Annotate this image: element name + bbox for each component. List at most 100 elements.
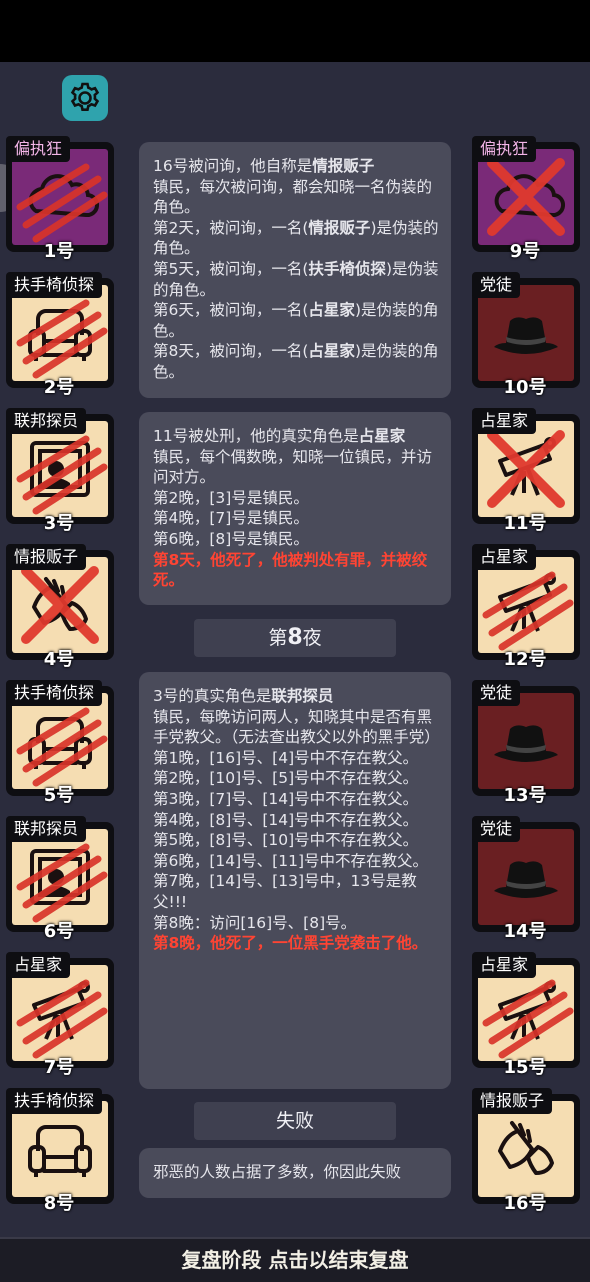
player-number: 13号 bbox=[503, 785, 547, 806]
hand-phone-icon bbox=[498, 1121, 554, 1175]
log-line: 第2晚，[3]号是镇民。 bbox=[153, 488, 309, 507]
player-number: 11号 bbox=[503, 513, 547, 534]
player-number: 3号 bbox=[43, 513, 75, 534]
role-portrait bbox=[12, 965, 108, 1061]
eliminated-x bbox=[487, 158, 565, 236]
result-header: 失败 bbox=[194, 1102, 396, 1140]
fedora-icon bbox=[494, 861, 558, 898]
player-number: 4号 bbox=[43, 649, 75, 670]
log-line: 第4晚，[8]号、[14]号中不存在教父。 bbox=[153, 810, 419, 829]
settings-button[interactable] bbox=[62, 75, 108, 121]
player-card[interactable]: 占星家 7号 bbox=[2, 952, 116, 1078]
claw-marks bbox=[16, 979, 108, 1059]
end-review-button[interactable]: 复盘阶段 点击以结束复盘 bbox=[0, 1239, 590, 1282]
player-card[interactable]: 党徒 13号 bbox=[468, 680, 582, 806]
player-number: 10号 bbox=[503, 377, 547, 398]
log-line: 第4晚，[7]号是镇民。 bbox=[153, 509, 309, 528]
log-line: 镇民，每次被问询，都会知晓一名伪装的角色。 bbox=[153, 177, 433, 217]
role-label: 占星家 bbox=[472, 952, 537, 978]
role-portrait bbox=[478, 285, 574, 381]
log-panel-interrogation: 16号被问询，他自称是情报贩子 镇民，每次被问询，都会知晓一名伪装的角色。 第2… bbox=[139, 142, 451, 398]
role-label: 联邦探员 bbox=[6, 408, 87, 434]
fedora-icon bbox=[494, 317, 558, 354]
role-portrait bbox=[12, 1101, 108, 1197]
result-panel: 邪恶的人数占据了多数，你因此失败 bbox=[139, 1148, 451, 1198]
log-line: 16号被问询，他自称是情报贩子 bbox=[153, 157, 375, 175]
log-line: 11号被处刑，他的真实角色是占星家 bbox=[153, 427, 406, 445]
player-number: 2号 bbox=[43, 377, 75, 398]
player-card[interactable]: 偏执狂 9号 bbox=[468, 136, 582, 262]
role-portrait bbox=[12, 829, 108, 925]
log-line: 3号的真实角色是联邦探员 bbox=[153, 687, 334, 705]
log-line: 第6晚，[14]号、[11]号中不存在教父。 bbox=[153, 851, 428, 870]
player-number: 15号 bbox=[503, 1057, 547, 1078]
claw-marks bbox=[16, 163, 108, 243]
role-label: 扶手椅侦探 bbox=[6, 272, 103, 298]
role-label: 情报贩子 bbox=[472, 1088, 553, 1114]
log-line: 第2晚，[10]号、[5]号中不存在教父。 bbox=[153, 769, 419, 788]
player-number: 16号 bbox=[503, 1193, 547, 1214]
player-card[interactable]: 占星家 12号 bbox=[468, 544, 582, 670]
log-line: 第7晚，[14]号、[13]号中，13号是教父!!! bbox=[153, 872, 417, 911]
role-label: 占星家 bbox=[472, 544, 537, 570]
player-card[interactable]: 情报贩子 16号 bbox=[468, 1088, 582, 1214]
role-label: 党徒 bbox=[472, 816, 521, 842]
log-panel-execution: 11号被处刑，他的真实角色是占星家 镇民，每个偶数晚，知晓一位镇民，并访问对方。… bbox=[139, 412, 451, 605]
player-card[interactable]: 党徒 14号 bbox=[468, 816, 582, 942]
log-line: 第5天，被问询，一名(扶手椅侦探)是伪装的角色。 bbox=[153, 259, 439, 299]
player-number: 9号 bbox=[509, 241, 541, 262]
player-card[interactable]: 扶手椅侦探 2号 bbox=[2, 272, 116, 398]
role-label: 占星家 bbox=[6, 952, 71, 978]
log-line: 镇民，每个偶数晚，知晓一位镇民，并访问对方。 bbox=[153, 447, 433, 487]
role-portrait bbox=[478, 557, 574, 653]
bottom-bar: 复盘阶段 点击以结束复盘 bbox=[0, 1237, 590, 1282]
player-card[interactable]: 扶手椅侦探 8号 bbox=[2, 1088, 116, 1214]
role-portrait bbox=[12, 557, 108, 653]
role-label: 占星家 bbox=[472, 408, 537, 434]
night-header: 第8夜 bbox=[194, 619, 396, 657]
player-number: 6号 bbox=[43, 921, 75, 942]
log-line: 第2天，被问询，一名(情报贩子)是伪装的角色。 bbox=[153, 218, 439, 258]
death-note: 第8晚，他死了，一位黑手党袭击了他。 bbox=[153, 934, 428, 953]
player-number: 5号 bbox=[43, 785, 75, 806]
player-card[interactable]: 联邦探员 6号 bbox=[2, 816, 116, 942]
role-label: 情报贩子 bbox=[6, 544, 87, 570]
role-portrait bbox=[478, 1101, 574, 1197]
log-line: 第6天，被问询，一名(占星家)是伪装的角色。 bbox=[153, 301, 439, 340]
claw-marks bbox=[16, 299, 108, 379]
player-number: 14号 bbox=[503, 921, 547, 942]
gear-icon bbox=[70, 82, 100, 111]
log-panel-night: 3号的真实角色是联邦探员 镇民，每晚访问两人，知晓其中是否有黑手党教父。（无法查… bbox=[139, 672, 451, 1089]
fedora-icon bbox=[494, 725, 558, 762]
death-note: 第8天，他死了，他被判处有罪，并被绞死。 bbox=[153, 550, 428, 590]
role-portrait bbox=[12, 693, 108, 789]
log-line: 镇民，每晚访问两人，知晓其中是否有黑手党教父。（无法查出教父以外的黑手党） bbox=[153, 707, 440, 747]
log-line: 第8晚：访问[16]号、[8]号。 bbox=[153, 913, 357, 932]
role-portrait bbox=[478, 829, 574, 925]
role-portrait bbox=[12, 421, 108, 517]
role-label: 党徒 bbox=[472, 680, 521, 706]
log-line: 第3晚，[7]号、[14]号中不存在教父。 bbox=[153, 789, 419, 808]
role-label: 联邦探员 bbox=[6, 816, 87, 842]
role-portrait bbox=[478, 965, 574, 1061]
log-line: 第8天，被问询，一名(占星家)是伪装的角色。 bbox=[153, 342, 439, 381]
log-line: 第1晚，[16]号、[4]号中不存在教父。 bbox=[153, 748, 419, 767]
player-number: 12号 bbox=[503, 649, 547, 670]
role-portrait bbox=[478, 149, 574, 245]
player-card[interactable]: 扶手椅侦探 5号 bbox=[2, 680, 116, 806]
role-label: 扶手椅侦探 bbox=[6, 680, 103, 706]
claw-marks bbox=[482, 571, 574, 651]
player-card[interactable]: 党徒 10号 bbox=[468, 272, 582, 398]
role-label: 偏执狂 bbox=[472, 136, 537, 162]
player-card[interactable]: 占星家 15号 bbox=[468, 952, 582, 1078]
player-number: 1号 bbox=[43, 241, 75, 262]
role-label: 偏执狂 bbox=[6, 136, 71, 162]
player-card[interactable]: 偏执狂 1号 bbox=[2, 136, 116, 262]
armchair-icon bbox=[28, 1125, 92, 1177]
player-card[interactable]: 情报贩子 4号 bbox=[2, 544, 116, 670]
role-portrait bbox=[12, 285, 108, 381]
role-portrait bbox=[12, 149, 108, 245]
player-number: 7号 bbox=[43, 1057, 75, 1078]
player-card[interactable]: 联邦探员 3号 bbox=[2, 408, 116, 534]
player-card[interactable]: 占星家 11号 bbox=[468, 408, 582, 534]
